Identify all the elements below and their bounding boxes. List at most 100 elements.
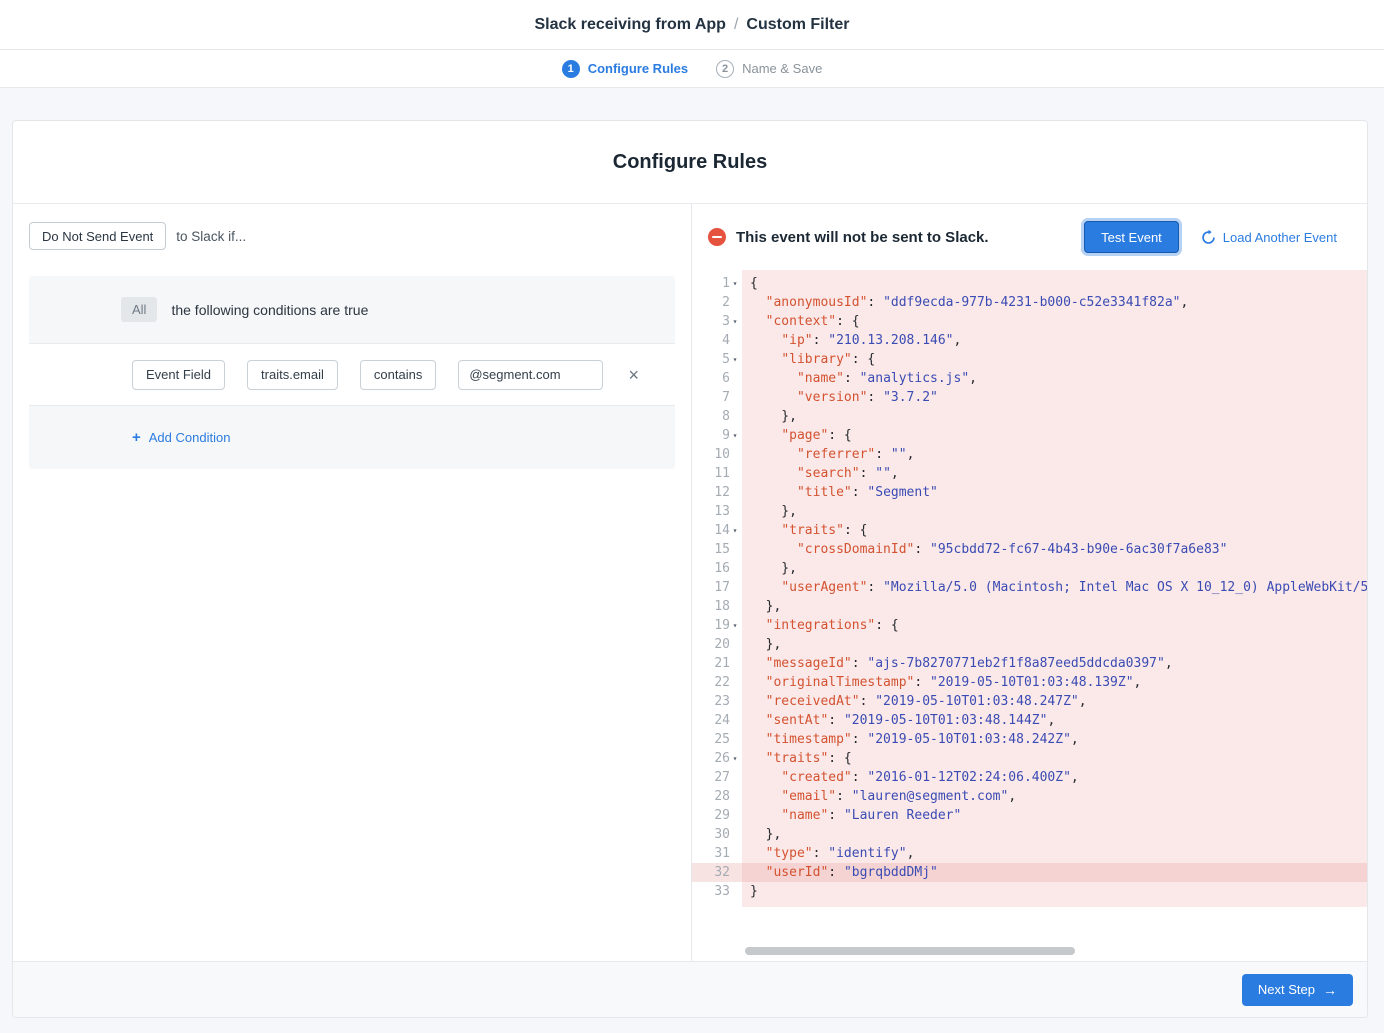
code-line[interactable]: "receivedAt": "2019-05-10T01:03:48.247Z"… — [742, 692, 1367, 711]
code-line[interactable]: }, — [742, 597, 1367, 616]
code-line[interactable]: "traits": { — [742, 749, 1367, 768]
code-line[interactable]: "anonymousId": "ddf9ecda-977b-4231-b000-… — [742, 293, 1367, 312]
code-line[interactable]: }, — [742, 559, 1367, 578]
fold-arrow-icon[interactable]: ▾ — [730, 426, 740, 445]
gutter-line: 12 — [692, 483, 742, 502]
condition-value-input[interactable] — [458, 360, 603, 390]
plus-icon: + — [132, 430, 141, 445]
fold-arrow-icon[interactable]: ▾ — [730, 350, 740, 369]
fold-arrow-icon[interactable]: ▾ — [730, 521, 740, 540]
code-line[interactable]: "userAgent": "Mozilla/5.0 (Macintosh; In… — [742, 578, 1367, 597]
do-not-send-event-button[interactable]: Do Not Send Event — [29, 222, 166, 250]
test-event-button[interactable]: Test Event — [1084, 221, 1179, 253]
remove-condition-icon[interactable]: × — [628, 366, 639, 384]
line-number: 17 — [714, 580, 730, 595]
line-number: 26 — [714, 751, 730, 766]
code-line[interactable]: "page": { — [742, 426, 1367, 445]
condition-scope-row: All the following conditions are true — [29, 276, 675, 343]
code-line[interactable]: "library": { — [742, 350, 1367, 369]
code-line[interactable]: "timestamp": "2019-05-10T01:03:48.242Z", — [742, 730, 1367, 749]
gutter-line: 23 — [692, 692, 742, 711]
condition-group: All the following conditions are true Ev… — [29, 276, 675, 469]
fold-arrow-icon[interactable]: ▾ — [730, 312, 740, 331]
blocked-minus-icon — [708, 228, 726, 246]
code-line[interactable]: } — [742, 882, 1367, 901]
code-line[interactable]: "search": "", — [742, 464, 1367, 483]
code-line[interactable]: "title": "Segment" — [742, 483, 1367, 502]
horizontal-scrollbar[interactable] — [745, 947, 1075, 955]
line-number: 16 — [714, 561, 730, 576]
fold-arrow-icon[interactable]: ▾ — [730, 616, 740, 635]
code-line[interactable]: "messageId": "ajs-7b8270771eb2f1f8a87eed… — [742, 654, 1367, 673]
code-line[interactable]: { — [742, 274, 1367, 293]
code-line[interactable]: "name": "analytics.js", — [742, 369, 1367, 388]
scope-all-badge[interactable]: All — [121, 297, 157, 322]
line-number: 30 — [714, 827, 730, 842]
json-code-editor: 1▾23▾45▾6789▾1011121314▾1516171819▾20212… — [692, 270, 1367, 961]
code-line[interactable]: }, — [742, 635, 1367, 654]
step-configure-rules[interactable]: 1 Configure Rules — [562, 60, 688, 78]
line-number: 11 — [714, 466, 730, 481]
refresh-icon — [1201, 230, 1216, 245]
code-line[interactable]: }, — [742, 825, 1367, 844]
line-number: 33 — [714, 884, 730, 899]
gutter-line: 32 — [692, 863, 742, 882]
code-line[interactable]: "referrer": "", — [742, 445, 1367, 464]
line-number: 15 — [714, 542, 730, 557]
line-number: 23 — [714, 694, 730, 709]
line-number: 19 — [714, 618, 730, 633]
top-header: Slack receiving from App / Custom Filter — [0, 0, 1384, 50]
line-number: 20 — [714, 637, 730, 652]
gutter-line: 26▾ — [692, 749, 742, 768]
code-line[interactable]: "traits": { — [742, 521, 1367, 540]
step-name-and-save[interactable]: 2 Name & Save — [716, 60, 822, 78]
code-line[interactable]: "context": { — [742, 312, 1367, 331]
gutter-line: 31 — [692, 844, 742, 863]
gutter-line: 4 — [692, 331, 742, 350]
code-line[interactable]: "type": "identify", — [742, 844, 1367, 863]
condition-field-type-button[interactable]: Event Field — [132, 360, 225, 390]
code-line[interactable]: "email": "lauren@segment.com", — [742, 787, 1367, 806]
code-line[interactable]: }, — [742, 407, 1367, 426]
code-line[interactable]: "crossDomainId": "95cbdd72-fc67-4b43-b90… — [742, 540, 1367, 559]
line-number: 32 — [714, 865, 730, 880]
condition-property-button[interactable]: traits.email — [247, 360, 338, 390]
configure-rules-card: Configure Rules Do Not Send Event to Sla… — [12, 120, 1368, 1018]
next-step-button[interactable]: Next Step → — [1242, 974, 1353, 1006]
condition-operator-button[interactable]: contains — [360, 360, 436, 390]
code-line[interactable]: "version": "3.7.2" — [742, 388, 1367, 407]
code-line[interactable]: "created": "2016-01-12T02:24:06.400Z", — [742, 768, 1367, 787]
gutter-line: 2 — [692, 293, 742, 312]
gutter-line: 15 — [692, 540, 742, 559]
code-line[interactable]: "sentAt": "2019-05-10T01:03:48.144Z", — [742, 711, 1367, 730]
add-condition-button[interactable]: + Add Condition — [132, 430, 230, 445]
line-number: 10 — [714, 447, 730, 462]
code-line[interactable]: "ip": "210.13.208.146", — [742, 331, 1367, 350]
gutter-line: 10 — [692, 445, 742, 464]
breadcrumb-source[interactable]: Slack receiving from App — [534, 16, 725, 34]
code-line[interactable]: "originalTimestamp": "2019-05-10T01:03:4… — [742, 673, 1367, 692]
wizard-steps: 1 Configure Rules 2 Name & Save — [0, 50, 1384, 88]
code-line[interactable]: "userId": "bgrqbddDMj" — [742, 863, 1367, 882]
fold-arrow-icon[interactable]: ▾ — [730, 749, 740, 768]
card-title-row: Configure Rules — [13, 121, 1367, 203]
load-another-event-link[interactable]: Load Another Event — [1201, 230, 1337, 245]
line-number: 8 — [722, 409, 730, 424]
line-number: 29 — [714, 808, 730, 823]
preview-status-row: This event will not be sent to Slack. Te… — [692, 204, 1367, 270]
gutter-line: 24 — [692, 711, 742, 730]
gutter-line: 14▾ — [692, 521, 742, 540]
filter-rules-panel: Do Not Send Event to Slack if... All the… — [13, 204, 692, 961]
line-number: 27 — [714, 770, 730, 785]
code-line[interactable]: "name": "Lauren Reeder" — [742, 806, 1367, 825]
arrow-right-icon: → — [1323, 983, 1337, 997]
gutter-line: 17 — [692, 578, 742, 597]
code-line[interactable]: }, — [742, 502, 1367, 521]
gutter-line: 1▾ — [692, 274, 742, 293]
code-line[interactable]: "integrations": { — [742, 616, 1367, 635]
fold-arrow-icon[interactable]: ▾ — [730, 274, 740, 293]
gutter-line: 21 — [692, 654, 742, 673]
line-number: 5 — [722, 352, 730, 367]
gutter-line: 9▾ — [692, 426, 742, 445]
line-number: 28 — [714, 789, 730, 804]
